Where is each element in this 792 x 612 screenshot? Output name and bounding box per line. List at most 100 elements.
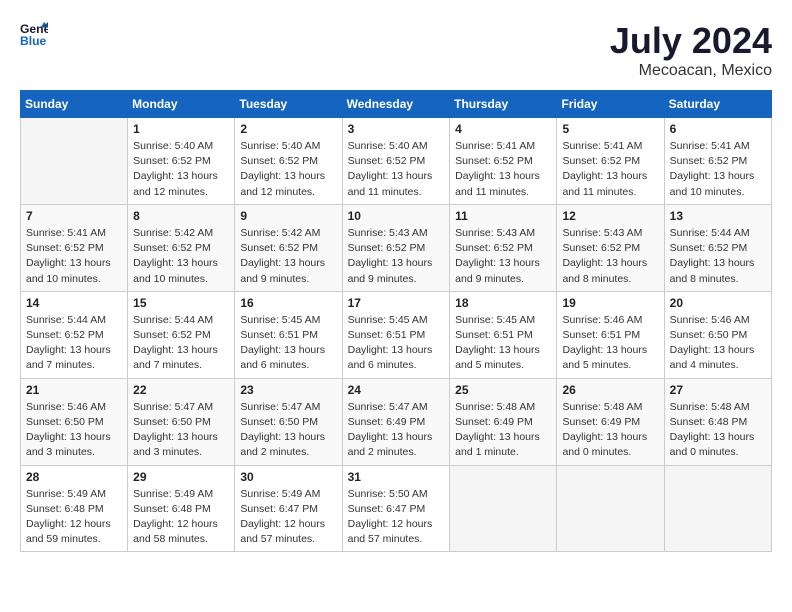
calendar-week-row: 7 Sunrise: 5:41 AMSunset: 6:52 PMDaylight… <box>21 204 772 291</box>
day-info: Sunrise: 5:45 AMSunset: 6:51 PMDaylight:… <box>240 313 336 374</box>
day-info: Sunrise: 5:42 AMSunset: 6:52 PMDaylight:… <box>240 226 336 287</box>
day-info: Sunrise: 5:43 AMSunset: 6:52 PMDaylight:… <box>562 226 658 287</box>
svg-text:Blue: Blue <box>20 34 47 48</box>
day-number: 17 <box>348 296 445 310</box>
day-number: 10 <box>348 209 445 223</box>
calendar-cell: 2 Sunrise: 5:40 AMSunset: 6:52 PMDaylight… <box>235 118 342 205</box>
logo-icon: General Blue <box>20 20 48 48</box>
day-info: Sunrise: 5:49 AMSunset: 6:48 PMDaylight:… <box>26 487 122 548</box>
day-info: Sunrise: 5:46 AMSunset: 6:51 PMDaylight:… <box>562 313 658 374</box>
calendar-cell: 29 Sunrise: 5:49 AMSunset: 6:48 PMDayligh… <box>128 465 235 552</box>
day-number: 8 <box>133 209 229 223</box>
col-thursday: Thursday <box>450 91 557 118</box>
day-number: 13 <box>670 209 766 223</box>
day-info: Sunrise: 5:45 AMSunset: 6:51 PMDaylight:… <box>455 313 551 374</box>
day-number: 31 <box>348 470 445 484</box>
calendar-cell: 5 Sunrise: 5:41 AMSunset: 6:52 PMDaylight… <box>557 118 664 205</box>
calendar-cell <box>450 465 557 552</box>
day-info: Sunrise: 5:46 AMSunset: 6:50 PMDaylight:… <box>670 313 766 374</box>
day-number: 22 <box>133 383 229 397</box>
day-number: 16 <box>240 296 336 310</box>
day-info: Sunrise: 5:44 AMSunset: 6:52 PMDaylight:… <box>133 313 229 374</box>
day-number: 30 <box>240 470 336 484</box>
calendar-cell: 31 Sunrise: 5:50 AMSunset: 6:47 PMDayligh… <box>342 465 450 552</box>
calendar-cell: 9Sunrise: 5:42 AMSunset: 6:52 PMDaylight… <box>235 204 342 291</box>
day-info: Sunrise: 5:41 AMSunset: 6:52 PMDaylight:… <box>26 226 122 287</box>
day-info: Sunrise: 5:40 AMSunset: 6:52 PMDaylight:… <box>348 139 445 200</box>
calendar-cell: 11 Sunrise: 5:43 AMSunset: 6:52 PMDayligh… <box>450 204 557 291</box>
day-number: 5 <box>562 122 658 136</box>
day-number: 20 <box>670 296 766 310</box>
calendar-cell: 27Sunrise: 5:48 AMSunset: 6:48 PMDayligh… <box>664 378 771 465</box>
day-info: Sunrise: 5:49 AMSunset: 6:47 PMDaylight:… <box>240 487 336 548</box>
day-number: 3 <box>348 122 445 136</box>
day-number: 6 <box>670 122 766 136</box>
calendar-cell: 13 Sunrise: 5:44 AMSunset: 6:52 PMDayligh… <box>664 204 771 291</box>
calendar-cell: 20 Sunrise: 5:46 AMSunset: 6:50 PMDayligh… <box>664 291 771 378</box>
day-info: Sunrise: 5:49 AMSunset: 6:48 PMDaylight:… <box>133 487 229 548</box>
col-wednesday: Wednesday <box>342 91 450 118</box>
calendar-cell: 10 Sunrise: 5:43 AMSunset: 6:52 PMDayligh… <box>342 204 450 291</box>
calendar-cell: 8 Sunrise: 5:42 AMSunset: 6:52 PMDaylight… <box>128 204 235 291</box>
calendar-cell: 1 Sunrise: 5:40 AMSunset: 6:52 PMDaylight… <box>128 118 235 205</box>
calendar-table: Sunday Monday Tuesday Wednesday Thursday… <box>20 90 772 552</box>
calendar-cell: 12 Sunrise: 5:43 AMSunset: 6:52 PMDayligh… <box>557 204 664 291</box>
day-number: 28 <box>26 470 122 484</box>
day-info: Sunrise: 5:47 AMSunset: 6:50 PMDaylight:… <box>133 400 229 461</box>
col-tuesday: Tuesday <box>235 91 342 118</box>
col-saturday: Saturday <box>664 91 771 118</box>
day-info: Sunrise: 5:43 AMSunset: 6:52 PMDaylight:… <box>348 226 445 287</box>
day-info: Sunrise: 5:41 AMSunset: 6:52 PMDaylight:… <box>562 139 658 200</box>
location-subtitle: Mecoacan, Mexico <box>610 62 772 80</box>
calendar-cell: 17 Sunrise: 5:45 AMSunset: 6:51 PMDayligh… <box>342 291 450 378</box>
calendar-cell: 28 Sunrise: 5:49 AMSunset: 6:48 PMDayligh… <box>21 465 128 552</box>
day-info: Sunrise: 5:46 AMSunset: 6:50 PMDaylight:… <box>26 400 122 461</box>
calendar-cell: 16 Sunrise: 5:45 AMSunset: 6:51 PMDayligh… <box>235 291 342 378</box>
day-info: Sunrise: 5:43 AMSunset: 6:52 PMDaylight:… <box>455 226 551 287</box>
day-number: 18 <box>455 296 551 310</box>
day-number: 21 <box>26 383 122 397</box>
calendar-cell: 15Sunrise: 5:44 AMSunset: 6:52 PMDayligh… <box>128 291 235 378</box>
month-year-title: July 2024 <box>610 20 772 62</box>
day-info: Sunrise: 5:45 AMSunset: 6:51 PMDaylight:… <box>348 313 445 374</box>
calendar-week-row: 1 Sunrise: 5:40 AMSunset: 6:52 PMDaylight… <box>21 118 772 205</box>
calendar-week-row: 14 Sunrise: 5:44 AMSunset: 6:52 PMDayligh… <box>21 291 772 378</box>
day-info: Sunrise: 5:40 AMSunset: 6:52 PMDaylight:… <box>240 139 336 200</box>
calendar-cell: 22 Sunrise: 5:47 AMSunset: 6:50 PMDayligh… <box>128 378 235 465</box>
col-friday: Friday <box>557 91 664 118</box>
day-number: 2 <box>240 122 336 136</box>
day-number: 12 <box>562 209 658 223</box>
calendar-cell: 4 Sunrise: 5:41 AMSunset: 6:52 PMDaylight… <box>450 118 557 205</box>
calendar-cell: 6 Sunrise: 5:41 AMSunset: 6:52 PMDaylight… <box>664 118 771 205</box>
title-block: July 2024 Mecoacan, Mexico <box>610 20 772 80</box>
day-info: Sunrise: 5:40 AMSunset: 6:52 PMDaylight:… <box>133 139 229 200</box>
calendar-cell: 25 Sunrise: 5:48 AMSunset: 6:49 PMDayligh… <box>450 378 557 465</box>
calendar-cell: 21 Sunrise: 5:46 AMSunset: 6:50 PMDayligh… <box>21 378 128 465</box>
day-info: Sunrise: 5:48 AMSunset: 6:49 PMDaylight:… <box>455 400 551 461</box>
calendar-cell: 18 Sunrise: 5:45 AMSunset: 6:51 PMDayligh… <box>450 291 557 378</box>
day-number: 25 <box>455 383 551 397</box>
day-info: Sunrise: 5:44 AMSunset: 6:52 PMDaylight:… <box>670 226 766 287</box>
day-number: 23 <box>240 383 336 397</box>
day-number: 7 <box>26 209 122 223</box>
day-number: 14 <box>26 296 122 310</box>
day-info: Sunrise: 5:50 AMSunset: 6:47 PMDaylight:… <box>348 487 445 548</box>
calendar-cell <box>21 118 128 205</box>
day-info: Sunrise: 5:42 AMSunset: 6:52 PMDaylight:… <box>133 226 229 287</box>
calendar-cell: 24Sunrise: 5:47 AMSunset: 6:49 PMDayligh… <box>342 378 450 465</box>
calendar-week-row: 21 Sunrise: 5:46 AMSunset: 6:50 PMDayligh… <box>21 378 772 465</box>
col-monday: Monday <box>128 91 235 118</box>
day-number: 27 <box>670 383 766 397</box>
calendar-cell: 3 Sunrise: 5:40 AMSunset: 6:52 PMDaylight… <box>342 118 450 205</box>
day-number: 29 <box>133 470 229 484</box>
calendar-week-row: 28 Sunrise: 5:49 AMSunset: 6:48 PMDayligh… <box>21 465 772 552</box>
day-number: 4 <box>455 122 551 136</box>
day-info: Sunrise: 5:48 AMSunset: 6:49 PMDaylight:… <box>562 400 658 461</box>
day-info: Sunrise: 5:41 AMSunset: 6:52 PMDaylight:… <box>455 139 551 200</box>
day-info: Sunrise: 5:41 AMSunset: 6:52 PMDaylight:… <box>670 139 766 200</box>
calendar-cell <box>557 465 664 552</box>
calendar-cell: 26Sunrise: 5:48 AMSunset: 6:49 PMDayligh… <box>557 378 664 465</box>
day-number: 1 <box>133 122 229 136</box>
day-number: 11 <box>455 209 551 223</box>
calendar-cell: 19Sunrise: 5:46 AMSunset: 6:51 PMDayligh… <box>557 291 664 378</box>
